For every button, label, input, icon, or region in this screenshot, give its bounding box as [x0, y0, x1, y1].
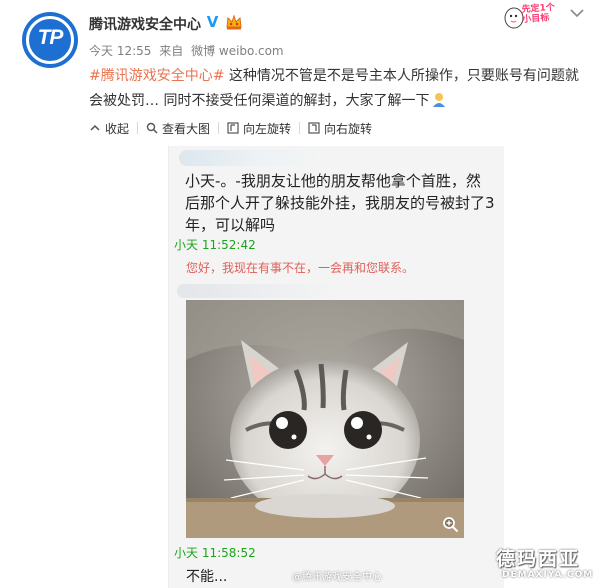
magnifier-icon	[146, 122, 158, 134]
chat-timestamp: 小天 11:52:42	[174, 238, 256, 252]
blurred-line	[177, 284, 337, 298]
site-watermark: 德玛西亚 DEMAXIYA.COM	[496, 548, 600, 584]
view-large-button[interactable]: 查看大图	[146, 120, 210, 137]
post-source-prefix: 来自	[159, 44, 184, 58]
post-time[interactable]: 今天 12:55	[89, 44, 151, 58]
blurred-header	[179, 150, 329, 166]
toolbar-divider	[218, 122, 220, 134]
sticker-text: 先定1个 小目标	[521, 2, 556, 26]
weibo-watermark: @腾讯游戏安全中心	[292, 572, 382, 583]
toolbar-divider	[299, 122, 301, 134]
rotate-left-button[interactable]: 向左旋转	[227, 120, 291, 137]
rotate-left-label: 向左旋转	[243, 121, 292, 136]
cat-photo	[186, 300, 464, 538]
view-large-label: 查看大图	[162, 121, 211, 136]
chat-message: 小天-。-我朋友让他的朋友帮他拿个首胜，然后那个人开了躲技能外挂，我朋友的号被封…	[185, 172, 495, 234]
rotate-right-button[interactable]: 向右旋转	[308, 120, 372, 137]
toolbar-divider	[137, 122, 139, 134]
rotate-right-icon	[308, 122, 320, 134]
post-source[interactable]: 微博 weibo.com	[191, 44, 284, 58]
post-meta: 今天 12:55 来自 微博 weibo.com	[89, 42, 284, 59]
chat-reply: 不能...	[186, 569, 228, 585]
collapse-label: 收起	[105, 121, 130, 136]
site-watermark-en: DEMAXIYA.COM	[502, 570, 594, 580]
post-body: #腾讯游戏安全中心# 这种情况不管是不是号主本人所操作，只要账号有问题就会被处罚…	[89, 64, 589, 114]
chat-timestamp: 小天 11:58:52	[174, 546, 256, 560]
rotate-left-icon	[227, 122, 239, 134]
collapse-button[interactable]: 收起	[89, 120, 129, 137]
crown-badge-icon	[226, 14, 242, 30]
rotate-right-label: 向右旋转	[324, 121, 373, 136]
person-emoji-icon	[433, 93, 446, 107]
image-toolbar: 收起 查看大图 向左旋转 向右旋转	[89, 118, 372, 138]
site-watermark-cn: 德玛西亚	[496, 548, 581, 570]
zoom-in-icon[interactable]	[442, 516, 459, 533]
verified-icon: V	[206, 13, 219, 31]
avatar-logo-text: TP	[37, 26, 64, 49]
author-name[interactable]: 腾讯游戏安全中心	[89, 14, 201, 34]
auto-reply-message: 您好，我现在有事不在，一会再和您联系。	[186, 261, 415, 275]
cat-illustration	[186, 300, 464, 538]
collapse-icon	[90, 124, 100, 131]
chat-screenshot-image[interactable]: 小天-。-我朋友让他的朋友帮他拿个首胜，然后那个人开了躲技能外挂，我朋友的号被封…	[168, 146, 504, 588]
author-avatar[interactable]: TP	[22, 12, 78, 68]
hashtag-link[interactable]: #腾讯游戏安全中心#	[89, 68, 224, 84]
chevron-down-icon[interactable]	[570, 8, 584, 18]
